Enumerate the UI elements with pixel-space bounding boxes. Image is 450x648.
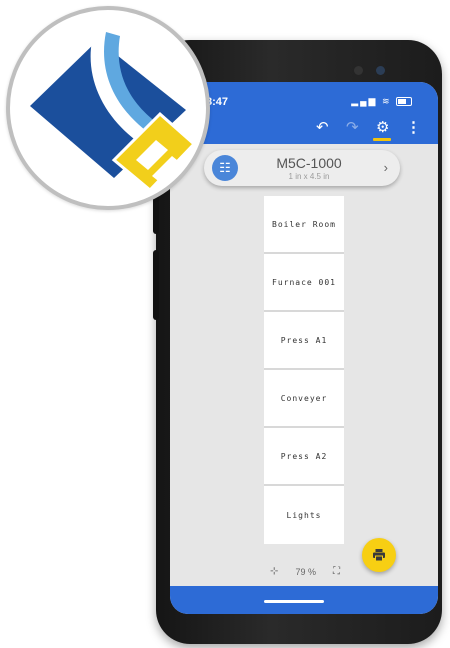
- printer-settings-button[interactable]: ☷: [212, 155, 238, 181]
- label-cell[interactable]: Lights: [264, 486, 344, 544]
- label-cell[interactable]: Press A1: [264, 312, 344, 370]
- logo-mark-icon: [30, 26, 197, 193]
- label-cell[interactable]: Furnace 001: [264, 254, 344, 312]
- print-button[interactable]: [362, 538, 396, 572]
- app-screenshot: 8:47 ▂▄▆ ≋ ↶ ↷ ⚙ ⋮ ☷ M5C-1000 1 in x 4.5…: [0, 0, 450, 648]
- app-bar: 8:47 ▂▄▆ ≋ ↶ ↷ ⚙ ⋮: [170, 82, 438, 144]
- more-vert-icon[interactable]: ⋮: [406, 120, 421, 136]
- fullscreen-icon[interactable]: ⛶: [333, 566, 340, 577]
- power-button: [153, 250, 159, 320]
- gear-icon[interactable]: ⚙: [376, 120, 389, 136]
- system-nav-bar: [170, 586, 438, 614]
- label-size: 1 in x 4.5 in: [288, 172, 330, 181]
- label-cell[interactable]: Press A2: [264, 428, 344, 486]
- redo-icon[interactable]: ↷: [346, 120, 359, 136]
- chevron-right-icon[interactable]: ›: [384, 160, 388, 175]
- sliders-icon: ☷: [219, 160, 231, 175]
- signal-icon: ▂▄▆: [351, 96, 378, 106]
- home-gesture-bar[interactable]: [264, 600, 324, 603]
- printer-icon: [373, 549, 385, 562]
- zoom-level: 79 %: [295, 566, 316, 577]
- status-icons: ▂▄▆ ≋: [351, 96, 412, 107]
- settings-active-indicator: [373, 138, 391, 141]
- sensor-dot: [354, 66, 363, 75]
- battery-icon: [396, 97, 412, 107]
- front-camera: [376, 66, 385, 75]
- fit-width-icon[interactable]: ⊹: [270, 566, 278, 577]
- label-cell[interactable]: Conveyer: [264, 370, 344, 428]
- label-cell[interactable]: Boiler Room: [264, 196, 344, 254]
- phone-screen: 8:47 ▂▄▆ ≋ ↶ ↷ ⚙ ⋮ ☷ M5C-1000 1 in x 4.5…: [170, 82, 438, 614]
- printer-model: M5C-1000: [276, 155, 342, 171]
- undo-icon[interactable]: ↶: [316, 120, 329, 136]
- label-strip: Boiler Room Furnace 001 Press A1 Conveye…: [264, 196, 344, 544]
- zoom-controls: ⊹ 79 % ⛶: [270, 566, 340, 577]
- brand-logo: [6, 6, 210, 210]
- printer-selector[interactable]: ☷ M5C-1000 1 in x 4.5 in ›: [204, 150, 400, 186]
- wifi-icon: ≋: [381, 96, 392, 106]
